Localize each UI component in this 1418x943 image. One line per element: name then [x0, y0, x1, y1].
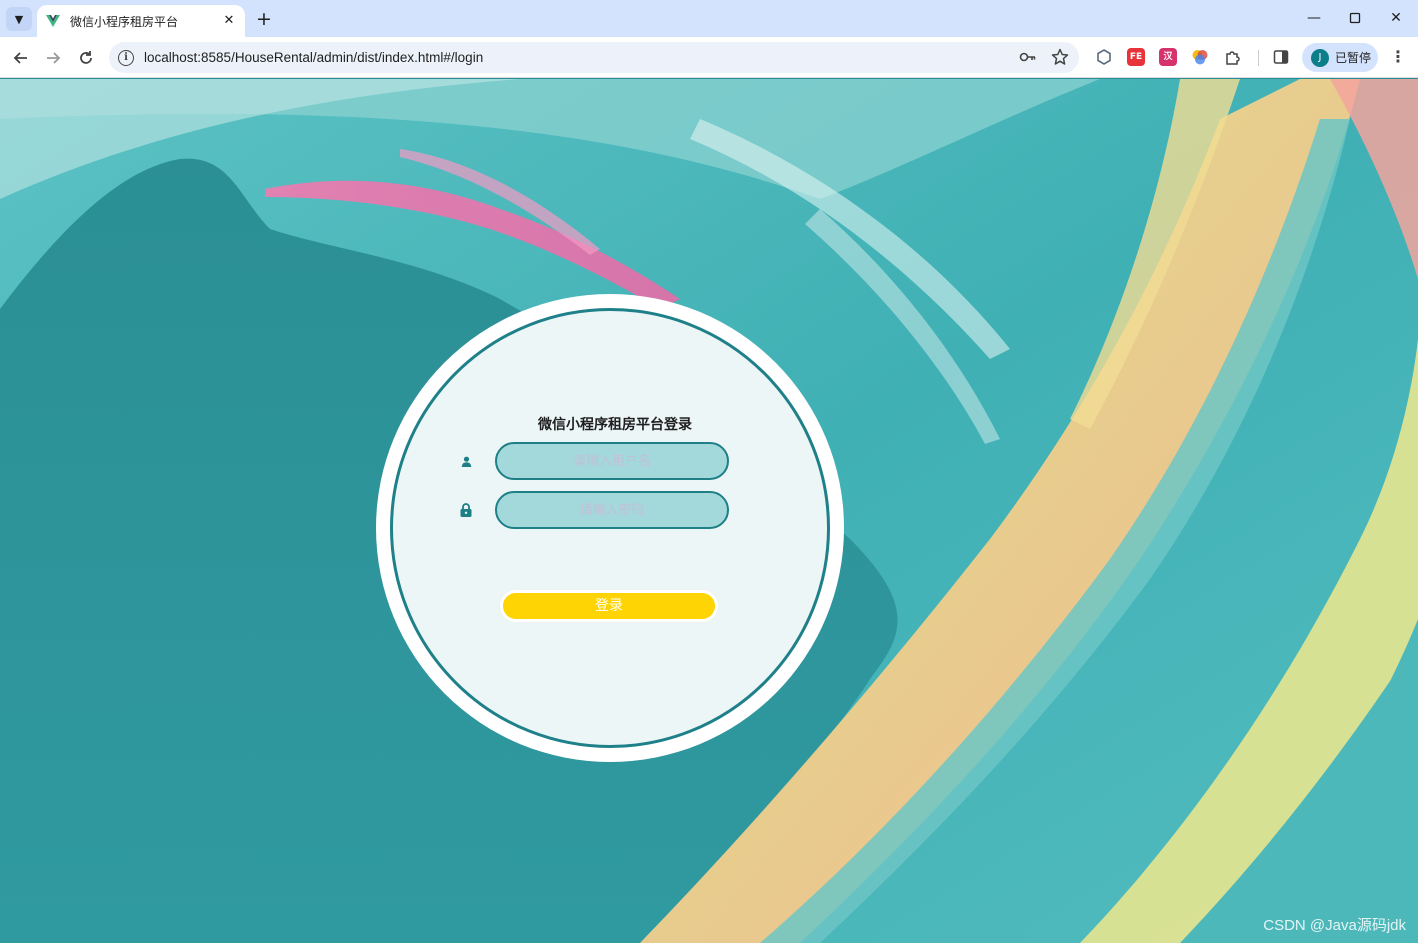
new-tab-button[interactable]: +: [252, 8, 276, 30]
address-bar[interactable]: i localhost:8585/HouseRental/admin/dist/…: [109, 42, 1079, 73]
site-info-icon[interactable]: i: [118, 49, 134, 66]
extension-translate-icon[interactable]: 汉: [1159, 48, 1177, 66]
side-panel-icon[interactable]: [1272, 48, 1290, 66]
login-title: 微信小程序租房平台登录: [538, 417, 692, 433]
username-row: [451, 442, 751, 480]
password-row: [451, 491, 751, 529]
toolbar-divider: [1258, 50, 1259, 66]
tab-title: 微信小程序租房平台: [70, 14, 179, 29]
back-arrow-icon[interactable]: [9, 46, 33, 70]
extension-fe-icon[interactable]: FE: [1127, 48, 1145, 66]
password-key-icon[interactable]: [1019, 48, 1037, 66]
extension-hexagon-icon[interactable]: [1095, 48, 1113, 66]
close-window-icon[interactable]: ✕: [1381, 7, 1411, 29]
tab-search-button[interactable]: ▼: [6, 7, 32, 31]
browser-tab-bar: ▼ 微信小程序租房平台 ✕ + — ✕: [0, 0, 1418, 37]
tab-close-icon[interactable]: ✕: [221, 13, 237, 29]
user-icon: [451, 456, 481, 467]
minimize-icon[interactable]: —: [1299, 7, 1329, 29]
maximize-icon[interactable]: [1340, 7, 1370, 29]
more-menu-icon[interactable]: ⋮: [1388, 47, 1408, 69]
login-button[interactable]: 登录: [500, 590, 718, 622]
login-card: 微信小程序租房平台登录 登录: [376, 294, 844, 762]
username-input[interactable]: [495, 442, 729, 480]
profile-button[interactable]: J 已暂停: [1302, 43, 1378, 72]
lock-icon: [451, 503, 481, 517]
bookmark-star-icon[interactable]: [1051, 48, 1069, 66]
profile-status-label: 已暂停: [1335, 51, 1372, 65]
url-text: localhost:8585/HouseRental/admin/dist/in…: [144, 50, 484, 65]
browser-tab-active[interactable]: 微信小程序租房平台 ✕: [37, 5, 245, 37]
vue-logo-icon: [46, 15, 60, 27]
reload-icon[interactable]: [74, 46, 98, 70]
extension-color-icon[interactable]: [1191, 48, 1209, 66]
chevron-down-icon: ▼: [14, 12, 24, 26]
password-input[interactable]: [495, 491, 729, 529]
forward-arrow-icon[interactable]: [41, 46, 65, 70]
watermark-text: CSDN @Java源码jdk: [1263, 917, 1406, 934]
login-page: 微信小程序租房平台登录 登录 CSDN @Java源码jdk: [0, 79, 1418, 943]
avatar: J: [1311, 48, 1329, 67]
extensions-puzzle-icon[interactable]: [1224, 48, 1242, 66]
login-card-inner: 微信小程序租房平台登录 登录: [390, 308, 830, 748]
browser-toolbar: i localhost:8585/HouseRental/admin/dist/…: [0, 37, 1418, 78]
